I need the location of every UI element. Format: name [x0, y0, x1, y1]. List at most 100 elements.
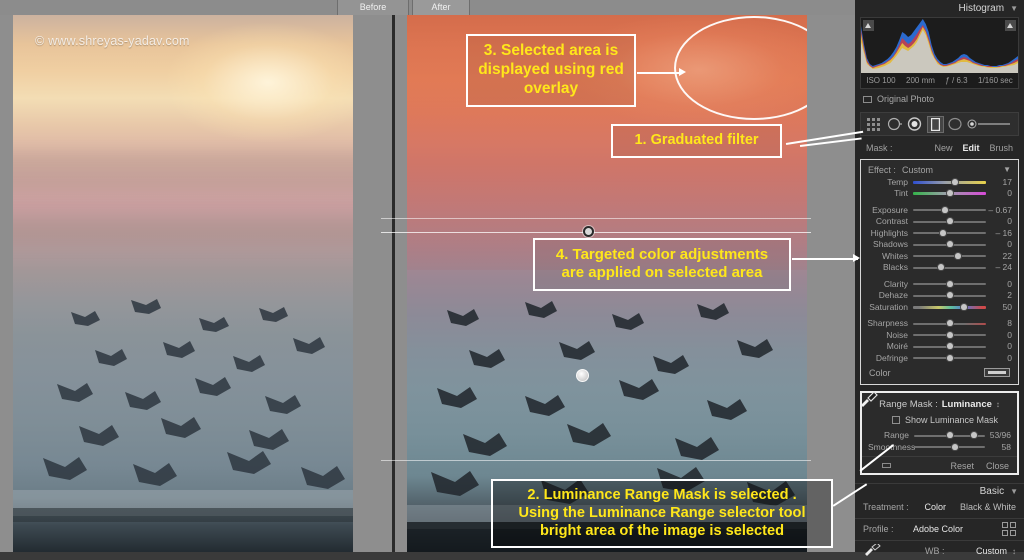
luminance-range-selector-cursor[interactable]	[576, 369, 589, 382]
slider-sharpness[interactable]: Sharpness 8	[861, 318, 1018, 330]
view-tabbar: Before After	[0, 0, 855, 15]
range-mask-eyedropper-icon[interactable]	[859, 388, 879, 408]
slider-knob[interactable]	[951, 177, 960, 186]
tab-after[interactable]: After	[412, 0, 470, 15]
slider-track[interactable]	[913, 216, 986, 227]
slider-knob[interactable]	[953, 251, 962, 260]
slider-knob[interactable]	[945, 319, 954, 328]
show-luminance-mask-checkbox[interactable]: Show Luminance Mask	[862, 415, 1017, 430]
slider-label: Saturation	[869, 301, 908, 312]
chevron-down-icon[interactable]: ▼	[1010, 4, 1018, 13]
visualize-spots-icon[interactable]	[866, 116, 883, 133]
mask-brush-button[interactable]: Brush	[989, 143, 1013, 153]
spot-removal-icon[interactable]	[906, 116, 923, 133]
effect-value[interactable]: Custom	[902, 165, 933, 175]
treatment-color-button[interactable]: Color	[924, 502, 946, 512]
profile-row: Profile : Adobe Color	[855, 521, 1024, 538]
slider-saturation[interactable]: Saturation 50	[861, 301, 1018, 313]
slider-track[interactable]	[913, 290, 986, 301]
before-image[interactable]: © www.shreyas-yadav.com	[13, 12, 353, 552]
slider-knob[interactable]	[941, 205, 950, 214]
reset-button[interactable]: Reset	[950, 461, 974, 471]
histogram-header[interactable]: Histogram ▼	[855, 0, 1024, 16]
slider-whites[interactable]: Whites 22	[861, 250, 1018, 262]
range-mask-header[interactable]: Range Mask : Luminance ↕	[862, 397, 1017, 415]
slider-track[interactable]	[913, 341, 986, 352]
graduated-filter-pin[interactable]	[583, 226, 594, 237]
chevron-down-icon[interactable]: ▼	[1003, 165, 1011, 174]
wb-eyedropper-icon[interactable]	[863, 542, 925, 558]
slider-dehaze[interactable]: Dehaze 2	[861, 290, 1018, 302]
slider-value: 0	[1007, 329, 1012, 340]
slider-track[interactable]	[913, 352, 986, 363]
range-slider-knob-low[interactable]	[945, 431, 954, 440]
graduated-filter-line-bottom[interactable]	[381, 460, 811, 461]
original-photo-toggle[interactable]: Original Photo	[855, 89, 1024, 110]
color-swatch[interactable]	[984, 368, 1010, 377]
slider-track[interactable]	[913, 318, 986, 329]
wb-chevron-icon[interactable]: ↕	[1012, 547, 1016, 556]
profile-label: Profile :	[863, 524, 894, 534]
slider-exposure[interactable]: Exposure – 0.67	[861, 204, 1018, 216]
smoothness-slider-knob[interactable]	[951, 442, 960, 451]
slider-knob[interactable]	[945, 189, 954, 198]
chevron-down-icon[interactable]: ▼	[1010, 487, 1018, 496]
switch-icon[interactable]	[882, 463, 891, 468]
slider-highlights[interactable]: Highlights – 16	[861, 227, 1018, 239]
profile-browser-icon[interactable]	[1002, 522, 1016, 536]
slider-track[interactable]	[913, 239, 986, 250]
graduated-filter-icon[interactable]	[926, 115, 944, 133]
mask-edit-button[interactable]: Edit	[962, 143, 979, 153]
slider-tint[interactable]: Tint 0	[861, 188, 1018, 200]
range-mask-chevron-icon[interactable]: ↕	[996, 400, 1000, 409]
effect-row[interactable]: Effect : Custom ▼	[861, 163, 1018, 176]
slider-blacks[interactable]: Blacks – 24	[861, 262, 1018, 274]
histogram[interactable]: ISO 100 200 mm ƒ / 6.3 1/160 sec	[860, 17, 1019, 89]
tool-strip	[860, 112, 1019, 136]
basic-header[interactable]: Basic ▼	[855, 482, 1024, 499]
slider-knob[interactable]	[945, 342, 954, 351]
slider-knob[interactable]	[960, 302, 969, 311]
slider-knob[interactable]	[936, 263, 945, 272]
slider-clarity[interactable]: Clarity 0	[861, 278, 1018, 290]
color-row[interactable]: Color	[861, 364, 1018, 379]
slider-contrast[interactable]: Contrast 0	[861, 216, 1018, 228]
slider-temp[interactable]: Temp 17	[861, 176, 1018, 188]
range-slider[interactable]: Range 53/96	[862, 430, 1017, 442]
slider-track[interactable]	[913, 176, 986, 187]
radial-filter-icon[interactable]	[947, 116, 964, 133]
slider-track[interactable]	[913, 227, 986, 238]
slider-knob[interactable]	[945, 240, 954, 249]
adjustment-brush-icon[interactable]	[967, 116, 1013, 133]
slider-knob[interactable]	[938, 228, 947, 237]
close-button[interactable]: Close	[986, 461, 1009, 471]
range-slider-knob-high[interactable]	[969, 431, 978, 440]
shadow-clipping-icon[interactable]	[863, 20, 874, 31]
slider-knob[interactable]	[945, 217, 954, 226]
slider-track[interactable]	[913, 329, 986, 340]
wb-value[interactable]: Custom	[976, 546, 1007, 556]
slider-knob[interactable]	[945, 279, 954, 288]
profile-value[interactable]: Adobe Color	[913, 524, 963, 534]
slider-knob[interactable]	[945, 330, 954, 339]
slider-track[interactable]	[913, 188, 986, 199]
range-mask-mode[interactable]: Luminance	[942, 399, 992, 410]
crop-overlay-icon[interactable]	[886, 116, 903, 133]
slider-track[interactable]	[913, 204, 986, 215]
slider-track[interactable]	[913, 250, 986, 261]
treatment-bw-button[interactable]: Black & White	[960, 502, 1016, 512]
mask-new-button[interactable]: New	[934, 143, 952, 153]
slider-defringe[interactable]: Defringe 0	[861, 352, 1018, 364]
slider-knob[interactable]	[945, 291, 954, 300]
graduated-filter-line-center[interactable]	[381, 232, 811, 233]
slider-shadows[interactable]: Shadows 0	[861, 239, 1018, 251]
slider-knob[interactable]	[945, 353, 954, 362]
slider-moir[interactable]: Moiré 0	[861, 341, 1018, 353]
highlight-clipping-icon[interactable]	[1005, 20, 1016, 31]
slider-track[interactable]	[913, 278, 986, 289]
tab-before[interactable]: Before	[337, 0, 409, 15]
slider-track[interactable]	[913, 262, 986, 273]
slider-noise[interactable]: Noise 0	[861, 329, 1018, 341]
graduated-filter-line-top[interactable]	[381, 218, 811, 219]
slider-track[interactable]	[913, 301, 986, 312]
